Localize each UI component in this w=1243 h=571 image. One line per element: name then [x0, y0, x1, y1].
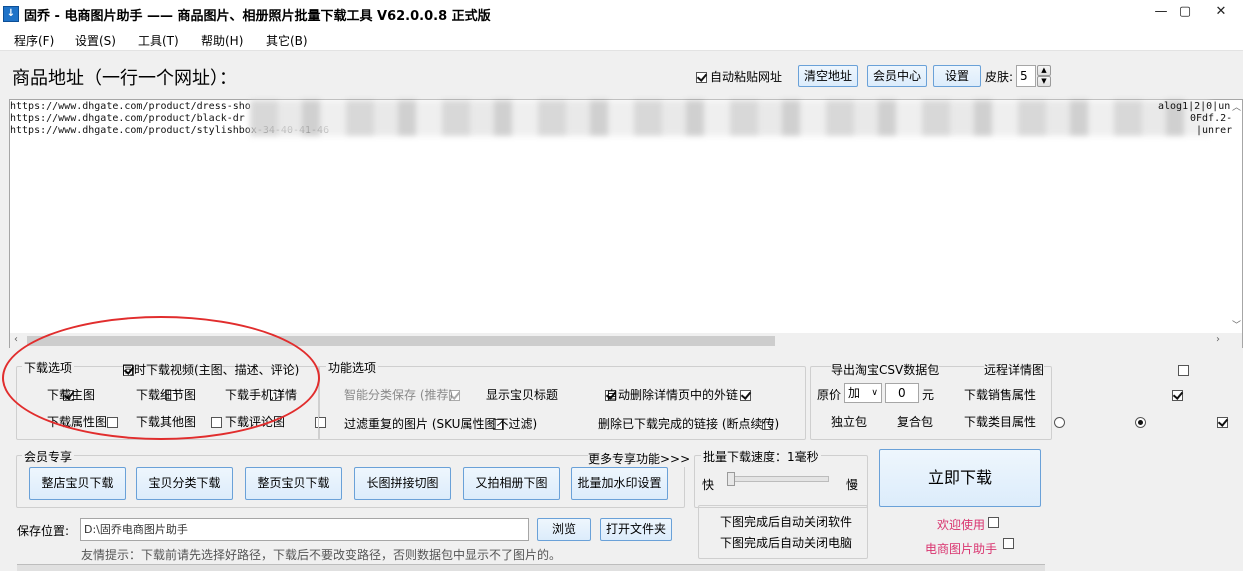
scroll-down-icon[interactable]: ﹀: [1232, 318, 1241, 331]
auto-close-app-checkbox[interactable]: [987, 517, 999, 528]
remote-detail-label: 远程详情图: [984, 361, 1045, 378]
auto-close-app-label: 下图完成后自动关闭软件: [720, 515, 853, 529]
combined-pack-radio[interactable]: [1135, 417, 1147, 428]
url-panel-title: 商品地址（一行一个网址）：: [12, 68, 237, 89]
sales-attr-label: 下载销售属性: [964, 388, 1037, 402]
smart-save-label: 智能分类保存 (推荐): [344, 388, 454, 402]
more-features-link[interactable]: 更多专享功能>>>: [588, 450, 691, 467]
close-icon[interactable]: ✕: [1210, 2, 1232, 22]
remote-detail-checkbox[interactable]: [1177, 365, 1189, 376]
auto-shutdown-label: 下图完成后自动关闭电脑: [720, 536, 853, 550]
settings-button[interactable]: 设置: [933, 65, 981, 87]
export-csv-label: 导出淘宝CSV数据包: [831, 361, 940, 378]
url-line-2-end: 0Fdf.2-: [1190, 113, 1233, 124]
browse-button[interactable]: 浏览: [537, 518, 591, 541]
skin-input[interactable]: 5: [1016, 65, 1036, 87]
price-value-input[interactable]: 0: [885, 383, 919, 403]
speed-label: 批量下载速度：1毫秒: [701, 448, 821, 465]
speed-slider-track[interactable]: [727, 476, 829, 482]
url-line-2: https://www.dhgate.com/product/black-dr: [10, 113, 245, 124]
menu-settings[interactable]: 设置(S): [75, 32, 116, 49]
maximize-icon[interactable]: ▢: [1174, 2, 1196, 22]
album-download-button[interactable]: 又拍相册下图: [463, 467, 560, 500]
scroll-up-icon[interactable]: ︿: [1232, 100, 1241, 113]
long-image-button[interactable]: 长图拼接切图: [354, 467, 451, 500]
shop-download-button[interactable]: 整店宝贝下载: [29, 467, 126, 500]
menu-program[interactable]: 程序(F): [14, 32, 54, 49]
auto-paste-label: 自动粘贴网址: [710, 70, 783, 84]
save-tip: 友情提示：下载前请先选择好路径，下载后不要改变路径，否则数据包中显示不了图片的。: [81, 548, 562, 562]
spin-down-icon[interactable]: ▼: [1037, 76, 1051, 87]
speed-fast-label: 快: [702, 478, 715, 492]
single-pack-radio[interactable]: [1054, 417, 1066, 428]
menu-help[interactable]: 帮助(H): [201, 32, 243, 49]
url-line-1-end: alog1|2|0|un: [1158, 101, 1231, 112]
auto-delete-links-label: 自动删除详情页中的外链: [606, 388, 739, 402]
category-download-button[interactable]: 宝贝分类下载: [136, 467, 233, 500]
menu-other[interactable]: 其它(B): [266, 32, 308, 49]
redacted-region: [250, 100, 1210, 136]
welcome-text-2: 电商图片助手: [925, 542, 998, 556]
welcome-text-1: 欢迎使用: [937, 518, 986, 532]
save-path-input[interactable]: D:\固乔电商图片助手: [80, 518, 529, 541]
combined-pack-label: 复合包: [897, 415, 934, 429]
scroll-left-icon[interactable]: ‹: [14, 334, 18, 345]
save-location-label: 保存位置:: [17, 524, 70, 538]
auto-paste-checkbox[interactable]: [696, 72, 707, 83]
price-operator-select[interactable]: 加 ∨: [844, 383, 882, 403]
member-group-title: 会员专享: [22, 448, 75, 465]
page-download-button[interactable]: 整页宝贝下载: [245, 467, 342, 500]
menu-tools[interactable]: 工具(T): [138, 32, 179, 49]
price-operator-value: 加: [848, 386, 861, 400]
auto-shutdown-checkbox[interactable]: [1002, 538, 1014, 549]
watermark-settings-button[interactable]: 批量加水印设置: [571, 467, 668, 500]
price-unit-label: 元: [922, 388, 935, 402]
chevron-down-icon: ∨: [871, 388, 878, 398]
price-label: 原价: [817, 388, 842, 402]
speed-slow-label: 慢: [846, 478, 859, 492]
highlight-ellipse: [2, 316, 320, 440]
delete-done-links-label: 删除已下载完成的链接 (断点续传): [598, 417, 780, 431]
function-options-title: 功能选项: [326, 359, 379, 376]
scroll-right-icon[interactable]: ›: [1216, 334, 1220, 345]
member-center-button[interactable]: 会员中心: [867, 65, 927, 87]
auto-delete-links-checkbox[interactable]: [740, 390, 752, 401]
download-arrow-icon: ↓: [3, 6, 19, 22]
download-now-button[interactable]: 立即下载: [879, 449, 1041, 507]
filter-duplicate-label: 过滤重复的图片 (SKU属性图不过滤): [344, 417, 538, 431]
category-attr-checkbox[interactable]: [1216, 417, 1228, 428]
window-title: 固乔 - 电商图片助手 —— 商品图片、相册照片批量下载工具 V62.0.0.8…: [24, 9, 491, 24]
clear-urls-button[interactable]: 清空地址: [798, 65, 858, 87]
url-line-1: https://www.dhgate.com/product/dress-sho: [10, 101, 251, 112]
speed-slider-thumb[interactable]: [727, 472, 735, 486]
skin-label: 皮肤:: [985, 70, 1014, 84]
minimize-icon[interactable]: —: [1150, 2, 1172, 22]
single-pack-label: 独立包: [831, 415, 868, 429]
open-folder-button[interactable]: 打开文件夹: [600, 518, 672, 541]
category-attr-label: 下载类目属性: [964, 415, 1037, 429]
spin-up-icon[interactable]: ▲: [1037, 65, 1051, 76]
menu-bar: [0, 27, 1243, 51]
url-textarea[interactable]: [9, 99, 1243, 348]
show-title-label: 显示宝贝标题: [486, 388, 559, 402]
sales-attr-checkbox[interactable]: [1172, 390, 1184, 401]
url-line-3-end: |unrer: [1196, 125, 1233, 136]
